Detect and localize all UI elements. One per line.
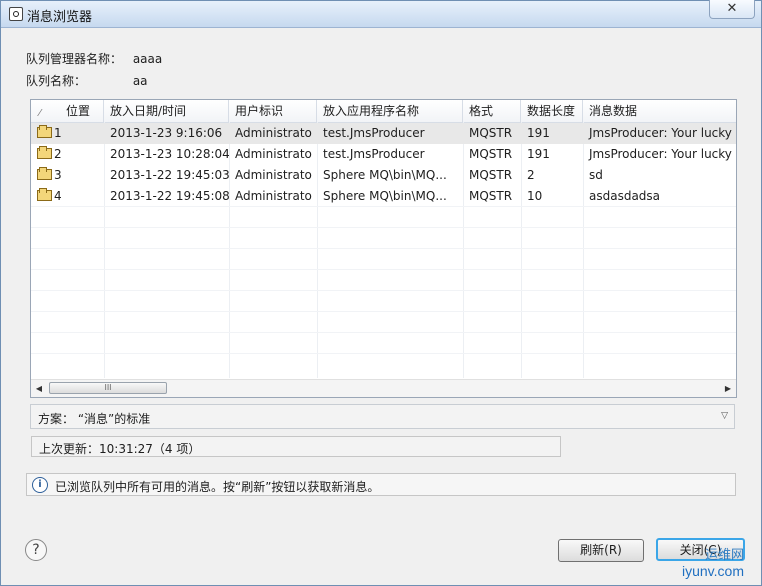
queue-manager-label: 队列管理器名称： — [26, 52, 123, 66]
message-icon — [37, 188, 52, 201]
table-row[interactable]: 2 2013-1-23 10:28:04 Administrato test.J… — [31, 144, 736, 165]
message-icon — [37, 125, 52, 138]
column-format[interactable]: 格式 — [463, 100, 521, 122]
scroll-left-icon[interactable]: ◀ — [31, 380, 47, 397]
table-row[interactable]: 1 2013-1-23 9:16:06 Administrato test.Jm… — [31, 123, 736, 144]
last-update-status: 上次更新：10:31:27（4 项） — [31, 436, 561, 457]
chevron-down-icon[interactable]: ▽ — [721, 411, 728, 421]
app-icon — [9, 7, 23, 21]
queue-manager-row: 队列管理器名称： aaaa — [26, 50, 162, 67]
column-message-data[interactable]: 消息数据 — [583, 100, 736, 122]
scheme-selector[interactable]: 方案： “消息”的标准 ▽ — [30, 404, 735, 429]
watermark-bottom: iyunv.com — [682, 563, 744, 579]
table-header: ⁄ 位置 放入日期/时间 用户标识 放入应用程序名称 格式 数据长度 消息数据 — [31, 100, 736, 123]
table-row[interactable]: 3 2013-1-22 19:45:03 Administrato Sphere… — [31, 165, 736, 186]
window-title: 消息浏览器 — [27, 10, 93, 25]
queue-name-label: 队列名称： — [26, 74, 87, 88]
info-message-text: 已浏览队列中所有可用的消息。按“刷新”按钮以获取新消息。 — [55, 480, 380, 494]
info-message: i 已浏览队列中所有可用的消息。按“刷新”按钮以获取新消息。 — [26, 473, 736, 496]
table-row[interactable]: 4 2013-1-22 19:45:08 Administrato Sphere… — [31, 186, 736, 207]
column-user-id[interactable]: 用户标识 — [229, 100, 317, 122]
scroll-right-icon[interactable]: ▶ — [720, 380, 736, 397]
column-data-length[interactable]: 数据长度 — [521, 100, 583, 122]
scheme-label: 方案： “消息”的标准 — [38, 412, 151, 426]
queue-name-value: aa — [132, 74, 148, 88]
watermark-logo: 运维网 iyunv.com — [677, 541, 761, 581]
queue-manager-value: aaaa — [132, 52, 163, 66]
info-icon: i — [32, 477, 48, 493]
watermark-top: 运维网 — [705, 547, 745, 562]
horizontal-scrollbar[interactable]: ◀ III ▶ — [31, 379, 736, 397]
message-browser-window: 消息浏览器 ✕ 队列管理器名称： aaaa 队列名称： aa ⁄ 位置 放入日期… — [0, 0, 762, 586]
sort-icon: ⁄ — [39, 108, 41, 119]
last-update-text: 上次更新：10:31:27（4 项） — [39, 442, 201, 456]
refresh-button[interactable]: 刷新(R) — [558, 539, 644, 562]
title-bar[interactable]: 消息浏览器 ✕ — [1, 0, 761, 28]
queue-name-row: 队列名称： aa — [26, 72, 148, 89]
window-close-button[interactable]: ✕ — [709, 0, 755, 19]
scroll-thumb[interactable]: III — [49, 382, 167, 394]
column-put-app-name[interactable]: 放入应用程序名称 — [317, 100, 463, 122]
help-icon[interactable]: ? — [25, 539, 47, 561]
column-position[interactable]: ⁄ 位置 — [31, 100, 104, 122]
message-icon — [37, 146, 52, 159]
column-put-datetime[interactable]: 放入日期/时间 — [104, 100, 229, 122]
message-table[interactable]: ⁄ 位置 放入日期/时间 用户标识 放入应用程序名称 格式 数据长度 消息数据 … — [30, 99, 737, 398]
message-icon — [37, 167, 52, 180]
